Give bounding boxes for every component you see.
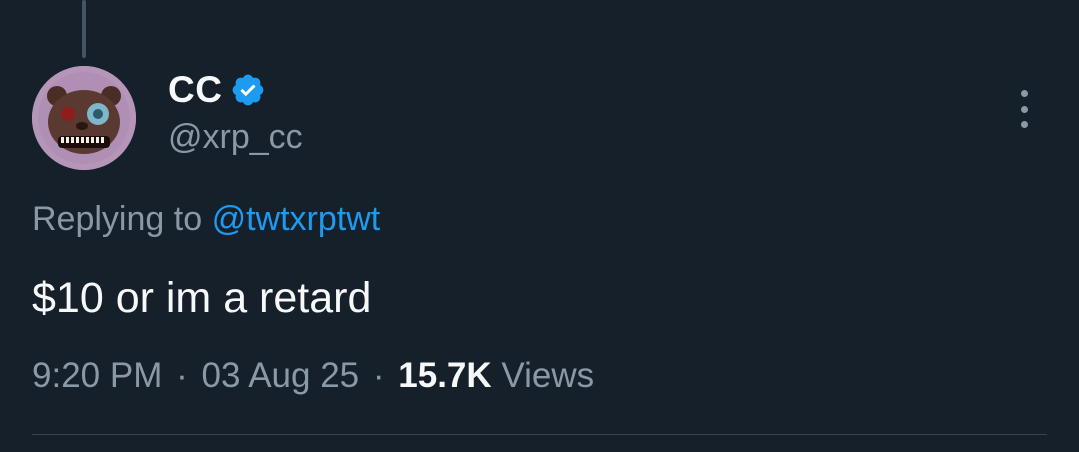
- author-name-row[interactable]: CC: [168, 68, 266, 112]
- action-bar-cutoff: [860, 0, 1060, 4]
- more-dot: [1020, 105, 1028, 113]
- views-label[interactable]: Views: [501, 356, 594, 395]
- tweet-text: $10 or im a retard: [32, 274, 372, 322]
- tweet-date[interactable]: 03 Aug 25: [201, 356, 359, 395]
- replying-to-prefix: Replying to: [32, 200, 203, 238]
- avatar[interactable]: [32, 66, 136, 170]
- verified-badge-icon: [230, 72, 266, 108]
- display-name[interactable]: CC: [168, 69, 222, 111]
- replying-to-mention[interactable]: @twtxrptwt: [212, 200, 381, 238]
- tweet-time[interactable]: 9:20 PM: [32, 356, 162, 395]
- avatar-image: [32, 66, 136, 170]
- tweet-metadata: 9:20 PM · 03 Aug 25 · 15.7K Views: [32, 356, 594, 396]
- meta-separator: ·: [176, 356, 188, 395]
- more-dot: [1020, 121, 1028, 128]
- more-options-icon[interactable]: [1012, 90, 1036, 128]
- replying-to-line: Replying to @twtxrptwt: [32, 200, 380, 239]
- tweet-detail: CC @xrp_cc Replying to @twtxrptwt $10 or…: [0, 0, 1079, 452]
- user-handle[interactable]: @xrp_cc: [168, 118, 303, 157]
- more-dot: [1020, 90, 1028, 97]
- thread-connector-line: [82, 0, 86, 58]
- divider: [32, 434, 1047, 435]
- meta-separator: ·: [372, 356, 385, 395]
- views-count[interactable]: 15.7K: [398, 356, 491, 395]
